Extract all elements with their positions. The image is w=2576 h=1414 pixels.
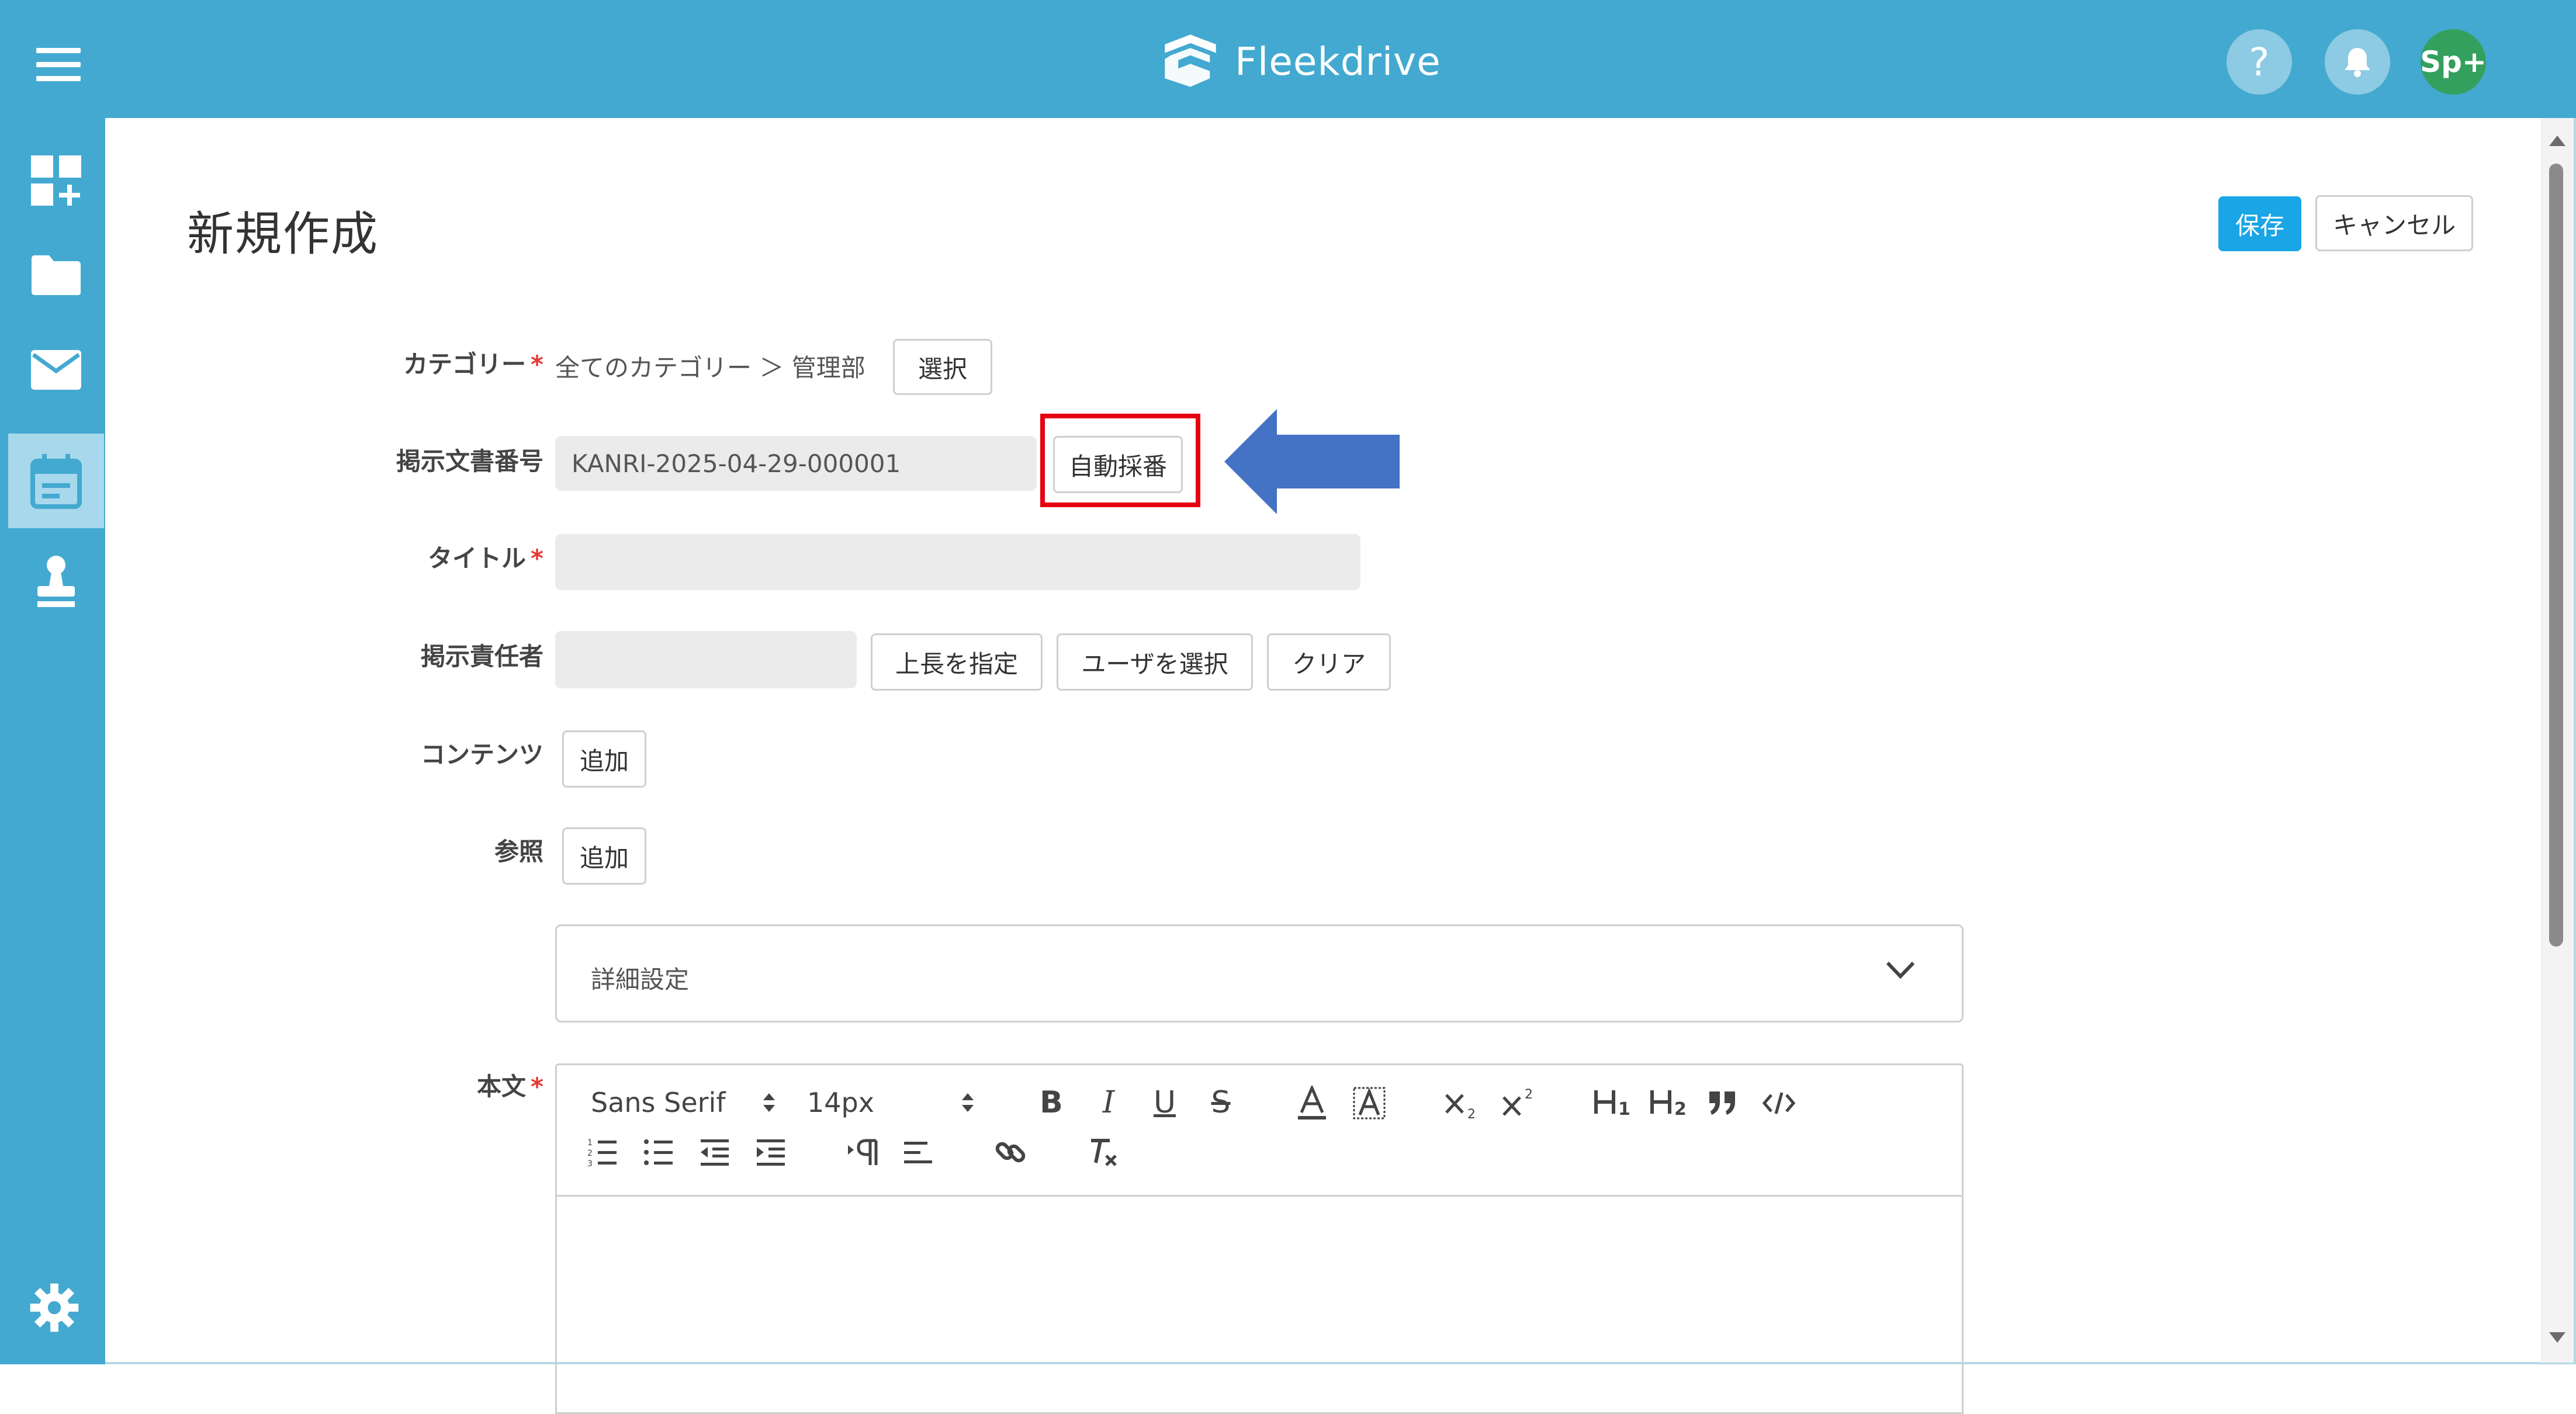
calendar-icon — [30, 454, 82, 509]
sidebar-item-stamp[interactable] — [8, 534, 104, 629]
title-input[interactable] — [555, 534, 1360, 590]
reference-add-button[interactable]: 追加 — [562, 827, 646, 885]
help-icon: ? — [2249, 39, 2270, 85]
svg-text:1: 1 — [587, 1138, 593, 1148]
background-color-icon[interactable] — [1353, 1085, 1386, 1121]
highlight-box — [1040, 414, 1200, 507]
code-block-icon[interactable] — [1761, 1085, 1797, 1121]
contents-add-button[interactable]: 追加 — [562, 730, 646, 788]
font-color-icon[interactable] — [1296, 1085, 1328, 1121]
select-updown-icon — [763, 1093, 775, 1112]
sidebar-item-dashboard[interactable] — [8, 133, 104, 228]
heading1-icon[interactable]: 1 — [1594, 1085, 1632, 1121]
doc-number-input[interactable]: KANRI-2025-04-29-000001 — [555, 436, 1037, 491]
text-direction-icon[interactable] — [846, 1134, 881, 1170]
notification-button[interactable] — [2325, 29, 2390, 95]
blockquote-icon[interactable] — [1706, 1085, 1739, 1121]
ordered-list-icon[interactable]: 123 — [586, 1134, 619, 1170]
svg-text:2: 2 — [587, 1149, 593, 1158]
rich-text-editor: Sans Serif 14px B I U S 2 2 1 2 1 2 3 — [555, 1063, 1964, 1414]
scroll-down-arrow-icon[interactable] — [2549, 1332, 2565, 1343]
doc-number-label: 掲示文書番号 — [396, 447, 543, 476]
folder-icon — [32, 255, 81, 295]
font-family-select[interactable]: Sans Serif — [591, 1085, 776, 1120]
save-button[interactable]: 保存 — [2218, 196, 2301, 251]
stamp-icon — [37, 556, 75, 607]
title-label: タイトル * — [428, 544, 543, 573]
bold-icon[interactable]: B — [1035, 1085, 1068, 1120]
page-title: 新規作成 — [187, 207, 379, 261]
hamburger-menu-icon[interactable] — [36, 48, 81, 82]
bullet-list-icon[interactable] — [642, 1134, 675, 1170]
gear-icon[interactable] — [29, 1283, 79, 1333]
contents-label: コンテンツ — [420, 740, 543, 769]
category-select-button[interactable]: 選択 — [893, 339, 992, 395]
pointer-arrow-icon — [1224, 409, 1400, 514]
avatar-initials: Sp+ — [2420, 45, 2487, 79]
svg-text:2: 2 — [1467, 1107, 1476, 1120]
brand-logo[interactable]: Fleekdrive — [1160, 29, 1441, 93]
font-size-select[interactable]: 14px — [807, 1085, 975, 1120]
category-path: 全てのカテゴリー ＞ 管理部 — [555, 354, 865, 382]
category-label: カテゴリー * — [403, 350, 543, 379]
reference-label: 参照 — [494, 837, 543, 866]
sidebar — [0, 118, 105, 1364]
editor-toolbar: Sans Serif 14px B I U S 2 2 1 2 1 2 3 — [557, 1065, 1962, 1197]
indent-icon[interactable] — [754, 1134, 787, 1170]
scrollbar-thumb[interactable] — [2549, 164, 2563, 947]
details-accordion[interactable]: 詳細設定 — [555, 924, 1964, 1023]
details-title: 詳細設定 — [591, 965, 690, 994]
sidebar-item-mail[interactable] — [8, 323, 104, 417]
align-icon[interactable] — [902, 1134, 934, 1170]
chevron-down-icon — [1886, 961, 1915, 979]
user-avatar[interactable]: Sp+ — [2420, 29, 2487, 95]
owner-input[interactable] — [555, 631, 857, 688]
link-icon[interactable] — [993, 1134, 1028, 1170]
svg-text:2: 2 — [1674, 1099, 1687, 1120]
subscript-icon[interactable]: 2 — [1444, 1085, 1479, 1121]
strikethrough-icon[interactable]: S — [1204, 1085, 1237, 1120]
editor-content-area[interactable] — [557, 1195, 1962, 1414]
bell-icon — [2345, 48, 2370, 77]
fleekdrive-logo-icon — [1165, 34, 1216, 87]
italic-icon[interactable]: I — [1092, 1085, 1125, 1120]
scroll-up-arrow-icon[interactable] — [2549, 136, 2565, 146]
top-header: Fleekdrive ? Sp+ — [0, 0, 2576, 118]
clear-format-icon[interactable] — [1085, 1134, 1120, 1170]
svg-text:2: 2 — [1525, 1087, 1533, 1102]
select-user-button[interactable]: ユーザを選択 — [1057, 633, 1253, 691]
sidebar-item-board[interactable] — [8, 434, 104, 528]
brand-name: Fleekdrive — [1235, 39, 1441, 84]
sidebar-item-folders[interactable] — [8, 228, 104, 323]
specify-boss-button[interactable]: 上長を指定 — [871, 633, 1043, 691]
body-label: 本文 * — [477, 1072, 543, 1101]
svg-text:3: 3 — [587, 1159, 593, 1167]
mail-icon — [31, 350, 81, 390]
heading2-icon[interactable]: 2 — [1650, 1085, 1688, 1121]
superscript-icon[interactable]: 2 — [1501, 1085, 1536, 1121]
select-updown-icon — [961, 1093, 974, 1112]
outdent-icon[interactable] — [698, 1134, 731, 1170]
clear-button[interactable]: クリア — [1267, 633, 1391, 691]
cancel-button[interactable]: キャンセル — [2315, 195, 2473, 251]
svg-text:1: 1 — [1618, 1099, 1630, 1120]
owner-label: 掲示責任者 — [420, 642, 543, 671]
underline-icon[interactable]: U — [1148, 1085, 1181, 1120]
dashboard-add-icon — [31, 155, 81, 206]
help-button[interactable]: ? — [2227, 29, 2292, 95]
